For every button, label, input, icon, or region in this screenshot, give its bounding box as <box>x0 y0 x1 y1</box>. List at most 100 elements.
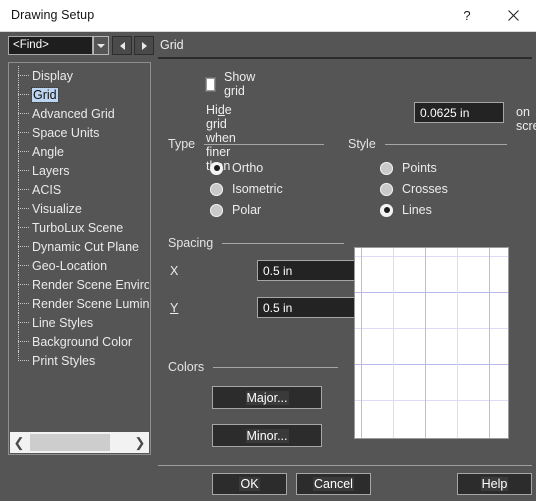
tree-connector-icon <box>18 151 29 153</box>
minor-color-label: Minor... <box>245 428 289 443</box>
settings-tree: Display Grid Advanced Grid Space Units Angle… <box>10 64 149 433</box>
tree-item[interactable]: Background Color <box>10 332 149 351</box>
tree-item-label: Print Styles <box>32 353 96 368</box>
spacing-group-rule <box>222 242 345 244</box>
tree-item-label: TurboLux Scene <box>32 220 124 235</box>
radio-indicator[interactable] <box>210 182 223 196</box>
spacing-group-label: Spacing <box>168 236 214 250</box>
tree-item-label: Background Color <box>32 334 133 349</box>
tree-item[interactable]: Layers <box>10 161 149 180</box>
show-grid-label: Show grid <box>223 70 256 98</box>
radio-indicator[interactable] <box>380 182 393 196</box>
tree-item-label: Angle <box>32 144 64 159</box>
tree-connector-icon <box>18 303 29 305</box>
tree-item-label: Grid <box>31 86 59 103</box>
tree-item-label: Display <box>32 68 73 83</box>
triangle-right-icon <box>141 41 147 50</box>
major-color-button[interactable]: Major... <box>212 386 322 409</box>
spacing-y-input[interactable]: 0.5 in <box>257 297 357 318</box>
preview-minor-vline <box>393 248 394 438</box>
tree-item[interactable]: TurboLux Scene <box>10 218 149 237</box>
radio-label: Isometric <box>232 182 283 196</box>
tree-item[interactable]: Render Scene Environment <box>10 275 149 294</box>
help-titlebar-button[interactable]: ? <box>444 0 490 31</box>
preview-major-hline <box>355 364 508 365</box>
style-group-label: Style <box>348 137 376 151</box>
tree-connector-icon <box>18 284 29 286</box>
chevron-left-icon[interactable]: ❮ <box>10 432 28 453</box>
scrollbar-track[interactable] <box>28 432 131 453</box>
tree-horizontal-scrollbar[interactable]: ❮ ❯ <box>10 432 149 453</box>
tree-connector-icon <box>18 113 29 115</box>
tree-item-label: Visualize <box>32 201 82 216</box>
tree-item-label: Advanced Grid <box>32 106 115 121</box>
tree-item[interactable]: Angle <box>10 142 149 161</box>
tree-connector-icon <box>18 227 29 229</box>
type-group-label: Type <box>168 137 196 151</box>
help-button[interactable]: Help <box>457 473 532 495</box>
nav-previous-button[interactable] <box>112 36 132 55</box>
triangle-left-icon <box>119 41 125 50</box>
close-button[interactable] <box>490 0 536 31</box>
tree-connector-icon <box>18 265 29 267</box>
radio-indicator[interactable] <box>380 161 393 175</box>
radio-type-polar[interactable]: Polar <box>210 203 261 217</box>
tree-item[interactable]: Grid <box>10 85 149 104</box>
nav-next-button[interactable] <box>134 36 154 55</box>
show-grid-checkbox[interactable] <box>206 77 215 91</box>
tree-item[interactable]: Render Scene Luminance <box>10 294 149 313</box>
show-grid-row[interactable]: Show grid <box>206 70 259 98</box>
radio-indicator[interactable] <box>380 203 393 217</box>
radio-style-points[interactable]: Points <box>380 161 437 175</box>
minor-color-button[interactable]: Minor... <box>212 424 322 447</box>
tree-item[interactable]: Line Styles <box>10 313 149 332</box>
ok-label: OK <box>239 477 260 491</box>
drawing-setup-dialog: Drawing Setup ? <Find> Grid Display Grid… <box>0 0 536 501</box>
tree-connector-icon <box>18 341 29 343</box>
hide-grid-input[interactable]: 0.0625 in <box>414 102 504 123</box>
find-dropdown-button[interactable] <box>93 36 109 55</box>
page-title: Grid <box>160 38 184 52</box>
tree-item[interactable]: Dynamic Cut Plane <box>10 237 149 256</box>
radio-label: Ortho <box>232 161 264 175</box>
radio-type-isometric[interactable]: Isometric <box>210 182 283 196</box>
preview-minor-hline <box>355 328 508 329</box>
spacing-x-input[interactable]: 0.5 in <box>257 260 357 281</box>
radio-style-lines[interactable]: Lines <box>380 203 432 217</box>
tree-item[interactable]: ACIS <box>10 180 149 199</box>
radio-style-crosses[interactable]: Crosses <box>380 182 448 196</box>
colors-group-header: Colors <box>168 360 353 374</box>
tree-item[interactable]: Visualize <box>10 199 149 218</box>
footer-divider <box>158 465 532 466</box>
tree-item[interactable]: Advanced Grid <box>10 104 149 123</box>
question-mark-icon: ? <box>463 8 471 23</box>
find-input[interactable]: <Find> <box>8 36 93 55</box>
tree-item[interactable]: Geo-Location <box>10 256 149 275</box>
radio-indicator[interactable] <box>210 203 223 217</box>
on-screen-label: on screen <box>516 105 536 133</box>
preview-minor-hline <box>355 256 508 257</box>
cancel-button[interactable]: Cancel <box>296 473 371 495</box>
tree-item-label: Render Scene Luminance <box>32 296 149 311</box>
grid-preview <box>354 247 509 439</box>
tree-item[interactable]: Space Units <box>10 123 149 142</box>
scrollbar-thumb[interactable] <box>30 434 110 451</box>
colors-group-label: Colors <box>168 360 205 374</box>
tree-item[interactable]: Display <box>10 66 149 85</box>
tree-item-label: Dynamic Cut Plane <box>32 239 139 254</box>
radio-type-ortho[interactable]: Ortho <box>210 161 263 175</box>
major-color-label: Major... <box>245 390 289 405</box>
spacing-y-row: Y 0.5 in <box>170 297 357 318</box>
window-title: Drawing Setup <box>11 8 95 22</box>
radio-indicator[interactable] <box>210 161 223 175</box>
ok-button[interactable]: OK <box>212 473 287 495</box>
preview-major-vline <box>361 248 362 438</box>
tree-item[interactable]: Print Styles <box>10 351 149 370</box>
find-bar: <Find> <box>0 32 536 59</box>
spacing-y-label: Y <box>170 300 179 315</box>
chevron-right-icon[interactable]: ❯ <box>131 432 149 453</box>
chevron-down-icon <box>97 43 105 48</box>
preview-major-hline <box>355 292 508 293</box>
settings-tree-panel: Display Grid Advanced Grid Space Units Angle… <box>8 62 151 455</box>
tree-item-label: Render Scene Environment <box>32 277 149 292</box>
